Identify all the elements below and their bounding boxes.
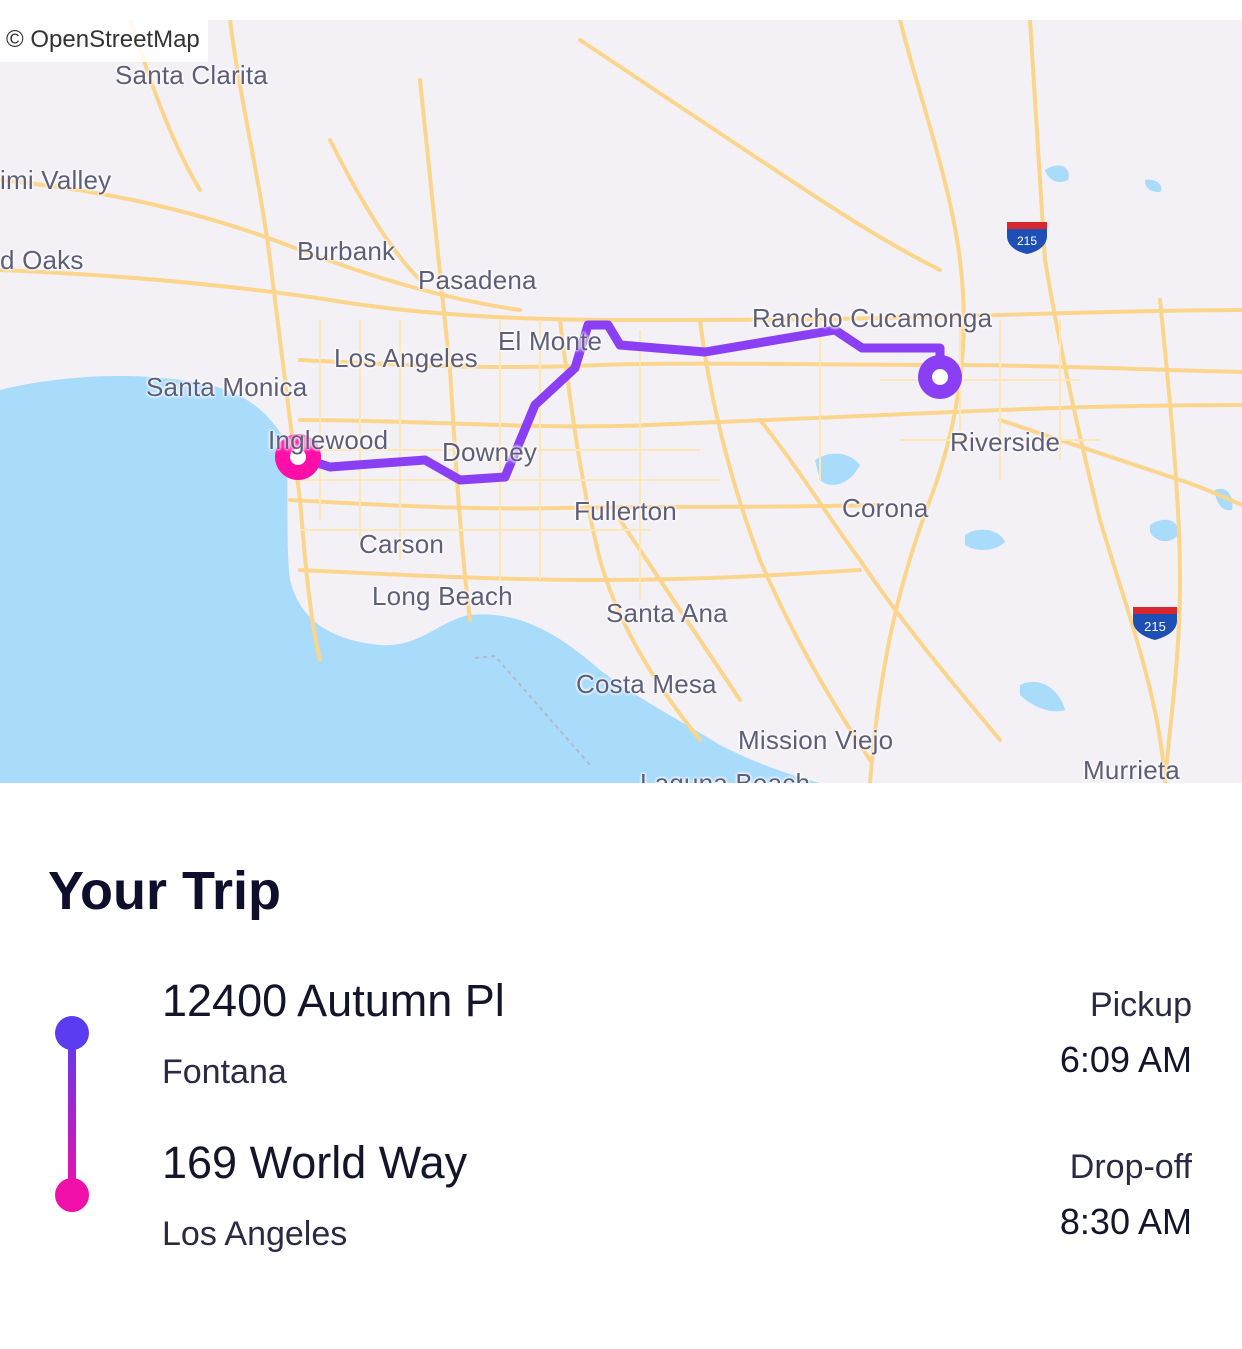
route-map[interactable]: 215 215 Santa Clarita imi Valley d Oaks … bbox=[0, 20, 1242, 783]
pickup-city: Fontana bbox=[162, 1053, 287, 1091]
city-label: Costa Mesa bbox=[576, 669, 717, 699]
trip-timeline bbox=[55, 1016, 89, 1212]
pickup-dot-icon bbox=[55, 1016, 89, 1050]
dropoff-city: Los Angeles bbox=[162, 1215, 348, 1253]
svg-text:215: 215 bbox=[1017, 234, 1037, 248]
dropoff-dot-icon bbox=[55, 1178, 89, 1212]
dropoff-label: Drop-off bbox=[1069, 1148, 1192, 1186]
city-label: Burbank bbox=[297, 236, 396, 266]
city-label: Rancho Cucamonga bbox=[752, 303, 993, 333]
map-attribution[interactable]: © OpenStreetMap bbox=[0, 20, 208, 62]
city-label: Long Beach bbox=[372, 581, 513, 611]
city-label: Carson bbox=[359, 529, 445, 559]
city-label: Laguna Beach bbox=[640, 768, 811, 783]
svg-text:215: 215 bbox=[1144, 619, 1166, 634]
pickup-label: Pickup bbox=[1089, 986, 1192, 1024]
city-label: Santa Ana bbox=[606, 598, 728, 628]
city-label: Fullerton bbox=[574, 496, 677, 526]
city-label: imi Valley bbox=[0, 165, 112, 195]
city-label: Los Angeles bbox=[334, 343, 478, 373]
dropoff-address: 169 World Way bbox=[162, 1137, 468, 1188]
city-label: Pasadena bbox=[418, 265, 537, 295]
city-label: El Monte bbox=[498, 326, 603, 356]
pickup-time: 6:09 AM bbox=[1059, 1039, 1192, 1080]
dropoff-time: 8:30 AM bbox=[1059, 1201, 1192, 1242]
pickup-marker-dot bbox=[932, 369, 948, 385]
city-label: Santa Monica bbox=[146, 372, 308, 402]
city-label: Corona bbox=[842, 493, 929, 523]
city-label: Downey bbox=[442, 437, 538, 467]
city-label: d Oaks bbox=[0, 245, 84, 275]
pickup-address: 12400 Autumn Pl bbox=[162, 975, 505, 1026]
city-label: Santa Clarita bbox=[115, 60, 268, 90]
trip-title: Your Trip bbox=[48, 861, 282, 921]
city-label: Inglewood bbox=[268, 425, 389, 455]
city-label: Murrieta bbox=[1083, 755, 1180, 783]
city-label: Riverside bbox=[950, 427, 1061, 457]
city-label: Mission Viejo bbox=[738, 725, 894, 755]
